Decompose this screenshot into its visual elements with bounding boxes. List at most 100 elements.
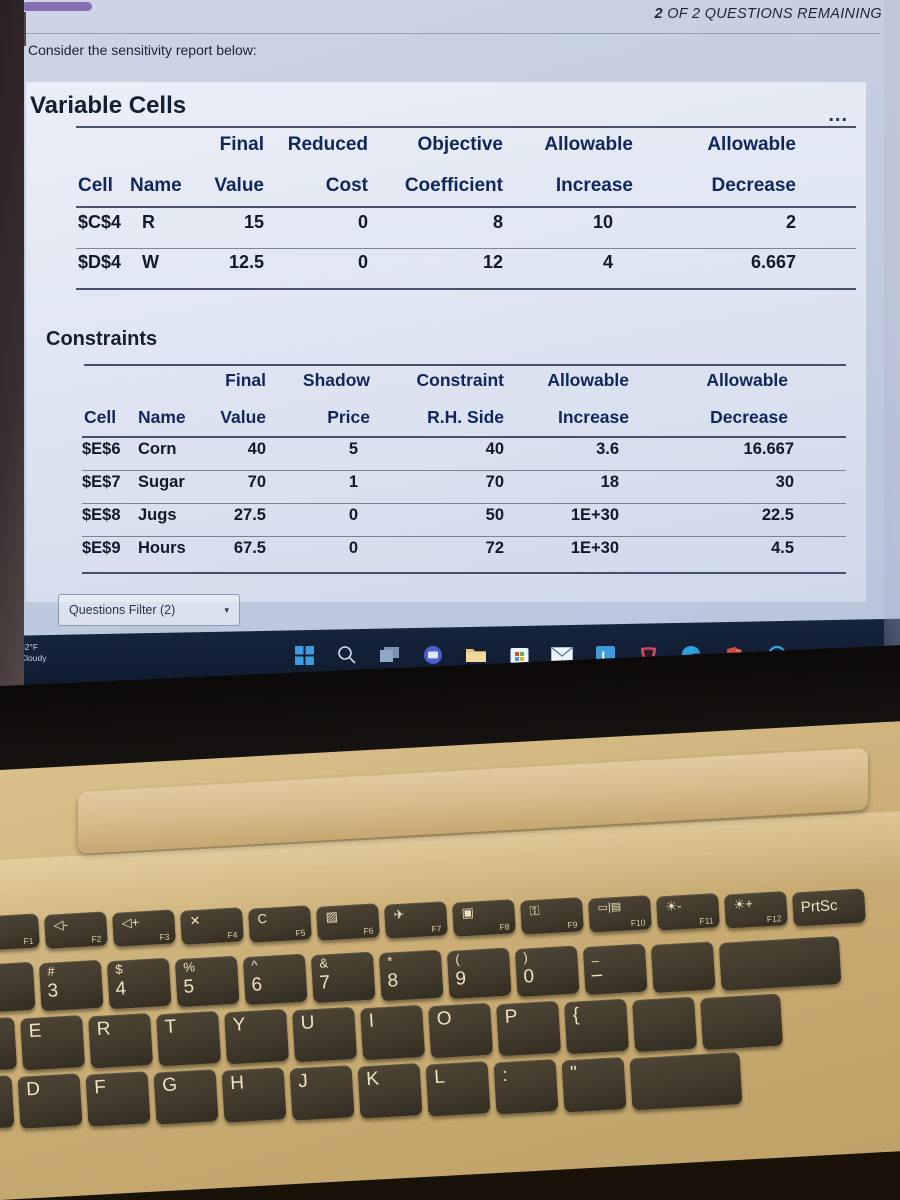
key-0[interactable]: ) 0 [514,945,580,998]
key-w[interactable]: W [0,1016,18,1073]
cn-r0-dec: 16.667 [743,440,794,458]
cn-h-shadow: Shadow [302,370,370,390]
question-prompt: Consider the sensitivity report below: [28,42,257,58]
key-f8[interactable]: ▣ F8 [451,899,516,937]
f5-label: F5 [295,927,306,939]
start-icon[interactable] [292,643,316,667]
cn-r1-final: 70 [247,473,266,491]
screen-bezel-left [0,0,24,691]
vc-h-reduced: Reduced [287,134,368,155]
key-f[interactable]: F [85,1071,151,1127]
key-7[interactable]: & 7 [310,951,376,1004]
key-quote[interactable]: " [561,1056,627,1113]
key-f9[interactable]: ⚿ F9 [519,897,584,935]
key-bracket-left[interactable]: { [564,998,630,1055]
key-prtsc[interactable]: PrtSc [791,888,866,927]
table-row: $E$7 Sugar 70 1 70 18 30 [26,473,866,505]
questions-filter-dropdown[interactable]: Questions Filter (2) ▾ [58,594,240,626]
vc-rule-2 [76,206,856,208]
cn-r3-inc: 1E+30 [570,539,619,557]
vc-r1-coef: 12 [482,252,503,272]
key-5-symbol: % [182,959,196,975]
key-f1[interactable]: ◁F1 [0,913,40,951]
key-3[interactable]: #3 [38,959,104,1012]
cn-r0-rhs: 40 [485,440,504,458]
key-j[interactable]: J [289,1065,355,1121]
key-semicolon-label: : [501,1064,509,1087]
key-i[interactable]: I [360,1004,426,1061]
key-7-digit: 7 [318,972,331,994]
f3-glyph: ◁+ [121,914,140,931]
key-5[interactable]: % 5 [174,955,240,1008]
key-d[interactable]: D [17,1073,83,1129]
key-9[interactable]: (9 [446,947,512,1000]
vc-h-value: Value [214,175,264,196]
cn-rule-1 [84,364,846,366]
key-u-label: U [300,1012,316,1034]
key-e[interactable]: E [20,1014,86,1071]
key-y-label: Y [232,1014,247,1036]
key-f3[interactable]: ◁+ F3 [111,909,176,947]
key-f11[interactable]: ☀- F11 [655,893,720,931]
key-backslash[interactable] [700,993,784,1051]
key-g[interactable]: G [153,1069,219,1125]
table-row: $E$9 Hours 67.5 0 72 1E+30 4.5 [26,539,866,571]
vc-r0-name: R [142,212,155,232]
key-quote-label: " [569,1062,578,1085]
key-enter[interactable] [629,1052,743,1111]
key-4-digit: 4 [114,978,127,1000]
laptop-screen: 2 OF 2 QUESTIONS REMAINING Consider the … [0,0,900,691]
f10-label: F10 [630,917,646,929]
vc-r1-inc: 4 [602,252,613,272]
table-row: $E$6 Corn 40 5 40 3.6 16.667 [26,440,866,472]
key-f10[interactable]: ▭|▤ F10 [587,895,652,933]
key-f4[interactable]: ✕ F4 [179,907,244,945]
key-bracket-right[interactable] [632,996,698,1053]
key-p[interactable]: P [496,1000,562,1057]
key-y[interactable]: Y [224,1008,290,1065]
key-s[interactable]: S [0,1075,15,1131]
key-k[interactable]: K [357,1063,423,1119]
vc-r0-inc: 10 [592,212,613,232]
task-view-icon[interactable] [378,643,402,667]
key-f2[interactable]: ◁- F2 [43,911,108,949]
purple-accent-bar [22,2,92,11]
key-f-label: F [93,1076,107,1099]
key-6[interactable]: ^ 6 [242,953,308,1006]
key-minus-symbol: _ [590,947,599,963]
questions-filter-label: Questions Filter (2) [69,603,176,617]
key-f12[interactable]: ☀+ F12 [723,890,788,929]
teams-icon[interactable] [421,643,445,667]
more-options-icon[interactable]: ... [828,104,848,127]
key-4[interactable]: $4 [106,957,172,1010]
key-h[interactable]: H [221,1067,287,1123]
cn-h-increase: Increase [557,407,629,427]
key-f6[interactable]: ▨ F6 [315,903,380,941]
key-2[interactable]: @2 [0,961,36,1014]
key-u[interactable]: U [292,1006,358,1063]
cn-h-allow-dec: Allowable [706,370,788,390]
key-f7[interactable]: ✈ F7 [383,901,448,939]
key-o[interactable]: O [428,1002,494,1059]
key-equals[interactable] [650,941,716,993]
cn-r1-rhs: 70 [485,473,504,491]
key-r[interactable]: R [88,1012,154,1069]
key-j-label: J [297,1070,309,1093]
key-8[interactable]: * 8 [378,949,444,1002]
key-i-label: I [368,1010,375,1032]
key-4-symbol: $ [114,961,123,977]
search-icon[interactable] [335,643,359,667]
cn-r2-inc: 1E+30 [570,506,619,524]
key-l[interactable]: L [425,1060,491,1117]
cn-r2-shadow: 0 [348,506,358,524]
key-backspace[interactable] [718,935,842,991]
key-minus[interactable]: _ – [582,943,648,996]
key-semicolon[interactable]: : [493,1058,559,1115]
vc-h-increase: Increase [555,175,633,196]
key-t[interactable]: T [156,1010,222,1067]
cn-h-name: Name [138,407,186,427]
vc-h-decrease: Decrease [711,175,796,196]
key-8-symbol: * [386,953,393,969]
f6-label: F6 [363,925,374,937]
key-f5[interactable]: C F5 [247,905,312,943]
